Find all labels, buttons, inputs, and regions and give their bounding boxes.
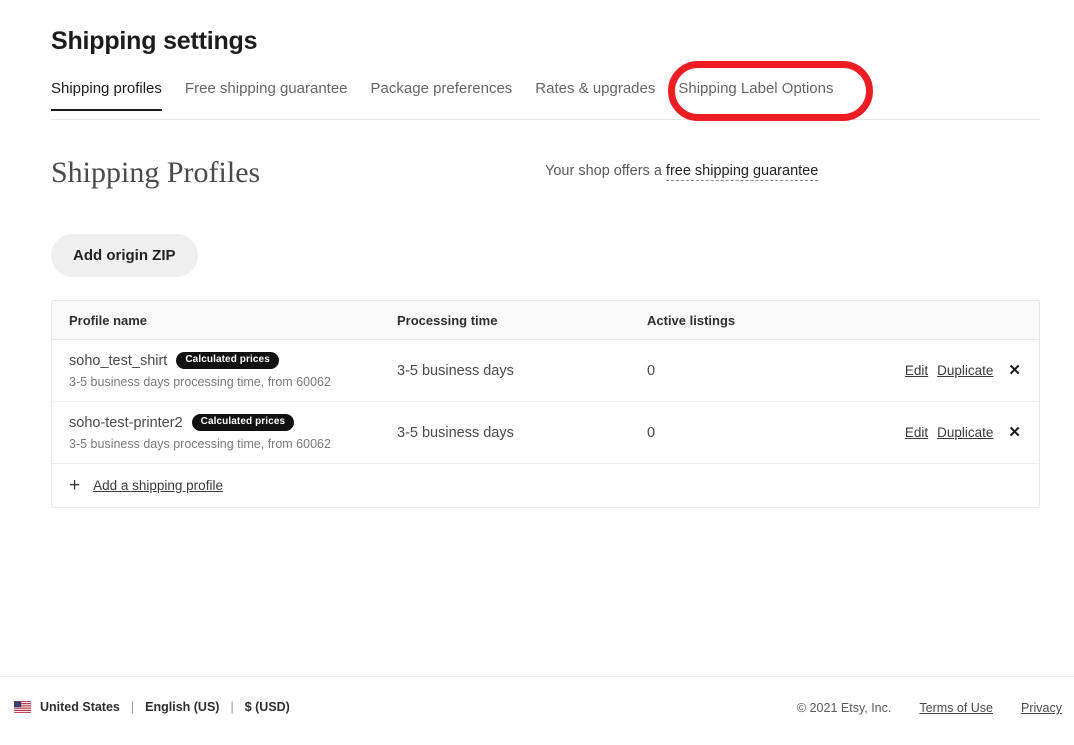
footer-legal: © 2021 Etsy, Inc. Terms of Use Privacy: [797, 701, 1062, 715]
profile-subtitle: 3-5 business days processing time, from …: [69, 437, 331, 451]
column-header-active-listings: Active listings: [647, 312, 736, 328]
settings-tabs: Shipping profiles Free shipping guarante…: [51, 80, 1040, 122]
tab-shipping-profiles[interactable]: Shipping profiles: [51, 80, 162, 111]
free-shipping-guarantee-link[interactable]: free shipping guarantee: [665, 163, 819, 181]
column-header-profile-name: Profile name: [69, 312, 148, 328]
copyright-text: © 2021 Etsy, Inc.: [796, 701, 892, 715]
row-actions-cell: Edit Duplicate ✕: [897, 363, 1039, 379]
profile-name-line: soho_test_shirt Calculated prices: [69, 352, 397, 369]
privacy-link[interactable]: Privacy: [1021, 701, 1062, 715]
profile-subtitle: 3-5 business days processing time, from …: [69, 375, 331, 389]
profile-name-line: soho-test-printer2 Calculated prices: [69, 414, 397, 431]
section-title: Shipping Profiles: [51, 156, 261, 189]
row-actions: Edit Duplicate ✕: [897, 363, 1023, 379]
profile-name: soho_test_shirt: [69, 352, 168, 369]
terms-of-use-link[interactable]: Terms of Use: [919, 701, 993, 715]
add-shipping-profile-row[interactable]: + Add a shipping profile: [52, 464, 1039, 507]
column-header-processing-time: Processing time: [397, 312, 498, 328]
page-title: Shipping settings: [51, 27, 258, 55]
table-row: soho-test-printer2 Calculated prices 3-5…: [52, 402, 1039, 464]
footer-divider: [0, 676, 1074, 677]
edit-link[interactable]: Edit: [905, 425, 928, 440]
shipping-settings-page: Shipping settings Shipping profiles Free…: [0, 0, 1074, 745]
add-origin-zip-button[interactable]: Add origin ZIP: [51, 234, 198, 277]
profile-name-cell: soho_test_shirt Calculated prices 3-5 bu…: [52, 352, 397, 389]
row-actions: Edit Duplicate ✕: [897, 425, 1023, 441]
footer-separator: |: [230, 700, 234, 714]
duplicate-link[interactable]: Duplicate: [937, 363, 993, 378]
close-icon[interactable]: ✕: [1008, 363, 1021, 378]
add-shipping-profile-link[interactable]: Add a shipping profile: [93, 478, 223, 493]
tab-label: Shipping profiles: [51, 80, 162, 97]
tab-label: Package preferences: [370, 80, 513, 97]
table-row: soho_test_shirt Calculated prices 3-5 bu…: [52, 340, 1039, 402]
footer-language[interactable]: English (US): [145, 700, 219, 714]
duplicate-link[interactable]: Duplicate: [937, 425, 993, 440]
tab-label: Rates & upgrades: [535, 80, 656, 97]
shop-offers-note: Your shop offers a free shipping guarant…: [545, 162, 819, 181]
table-header-row: Profile name Processing time Active list…: [52, 301, 1039, 340]
processing-time-cell: 3-5 business days: [397, 362, 514, 379]
processing-time-cell: 3-5 business days: [397, 424, 514, 441]
tab-rates-and-upgrades[interactable]: Rates & upgrades: [535, 80, 655, 111]
edit-link[interactable]: Edit: [905, 363, 928, 378]
tab-label: Shipping Label Options: [678, 80, 834, 97]
profile-name-cell: soho-test-printer2 Calculated prices 3-5…: [52, 414, 397, 451]
footer-locale: United States | English (US) | $ (USD): [14, 700, 290, 714]
close-icon[interactable]: ✕: [1008, 425, 1021, 440]
active-listings-cell: 0: [647, 424, 656, 441]
tab-label: Free shipping guarantee: [184, 80, 348, 97]
status-badge: Calculated prices: [191, 414, 295, 431]
shipping-profiles-table: Profile name Processing time Active list…: [51, 300, 1040, 508]
us-flag-icon: [14, 701, 31, 713]
footer-separator: |: [130, 700, 135, 714]
tab-package-preferences[interactable]: Package preferences: [371, 80, 513, 111]
tab-shipping-label-options[interactable]: Shipping Label Options: [678, 80, 833, 111]
tab-free-shipping-guarantee[interactable]: Free shipping guarantee: [185, 80, 348, 111]
status-badge: Calculated prices: [176, 352, 279, 369]
row-actions-cell: Edit Duplicate ✕: [897, 425, 1039, 441]
shop-offers-prefix: Your shop offers a: [545, 163, 666, 179]
tabs-divider: [51, 119, 1040, 120]
footer-country[interactable]: United States: [40, 700, 120, 714]
plus-icon: +: [69, 474, 81, 496]
active-listings-cell: 0: [647, 362, 656, 379]
footer-currency[interactable]: $ (USD): [245, 700, 290, 714]
profile-name: soho-test-printer2: [69, 414, 183, 431]
